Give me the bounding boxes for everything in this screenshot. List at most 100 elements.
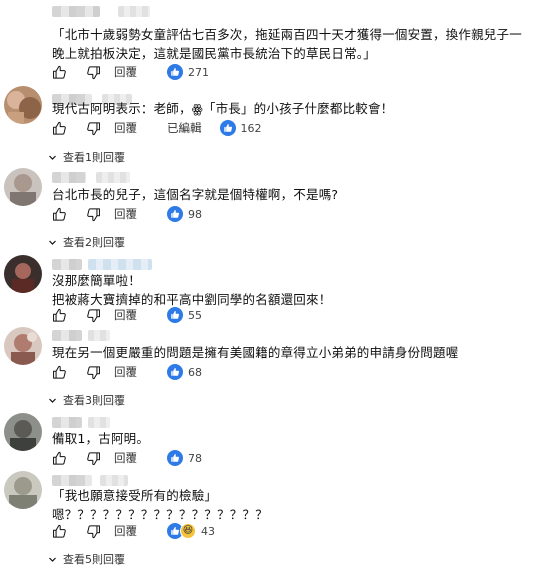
- view-replies-label: 查看2則回覆: [63, 236, 125, 249]
- like-reaction-icon: [167, 64, 183, 80]
- edited-label: 已編輯: [167, 121, 202, 135]
- thumb-up-icon: [52, 121, 67, 136]
- comment-actions: 回覆 68: [50, 361, 202, 383]
- view-replies-button[interactable]: 查看3則回覆: [48, 392, 125, 408]
- chevron-down-icon: [48, 238, 57, 247]
- thumb-up-icon: [52, 308, 67, 323]
- reaction-summary[interactable]: 😆 43: [167, 523, 215, 539]
- reply-button[interactable]: 回覆: [114, 523, 137, 539]
- comment-text: 備取1，古阿明。: [52, 431, 150, 446]
- view-replies-label: 查看5則回覆: [63, 553, 125, 566]
- thumb-up-icon: [52, 207, 67, 222]
- thumb-down-icon: [86, 121, 101, 136]
- reaction-summary[interactable]: 98: [167, 206, 202, 222]
- dislike-button[interactable]: [84, 306, 102, 324]
- like-count: 98: [188, 207, 202, 221]
- thumb-up-icon: [52, 365, 67, 380]
- thumb-down-icon: [86, 365, 101, 380]
- commenter-name-blurred: [52, 475, 92, 486]
- chevron-down-icon: [48, 396, 57, 405]
- dislike-button[interactable]: [84, 119, 102, 137]
- like-count: 43: [201, 524, 215, 538]
- view-replies-button[interactable]: 查看1則回覆: [48, 149, 125, 165]
- avatar[interactable]: [4, 86, 42, 124]
- like-button[interactable]: [50, 306, 68, 324]
- reply-button[interactable]: 回覆: [114, 120, 137, 136]
- commenter-name-blurred: [52, 417, 82, 428]
- dislike-button[interactable]: [84, 449, 102, 467]
- like-reaction-icon: [219, 120, 236, 136]
- thumb-down-icon: [86, 65, 101, 80]
- like-reaction-icon: [167, 206, 183, 222]
- like-count: 78: [188, 451, 202, 465]
- reply-button[interactable]: 回覆: [114, 64, 137, 80]
- like-count: 55: [188, 308, 202, 322]
- chevron-down-icon: [48, 555, 57, 564]
- thumb-up-icon: [52, 65, 67, 80]
- comment-text: 「我也願意接受所有的檢驗」 嗯？？？？？？？？？？？？？？？？: [52, 488, 268, 522]
- comment-time-blurred: [118, 6, 150, 17]
- haha-reaction-icon: 😆: [180, 523, 196, 539]
- reaction-summary[interactable]: 271: [167, 64, 209, 80]
- like-button[interactable]: [50, 205, 68, 223]
- comment-text: 「北市十歲弱勢女童評估七百多次，拖延兩百四十天才獲得一個安置，換作親兒子一晚上就…: [52, 27, 522, 61]
- like-count: 68: [188, 365, 202, 379]
- comment-text: 現在另一個更嚴重的問題是擁有美國籍的章得立小弟弟的申請身份問題喔: [52, 345, 459, 360]
- comment-text: 台北市長的兒子，這個名字就是個特權啊，不是嗎?: [52, 187, 339, 202]
- thumb-up-icon: [52, 451, 67, 466]
- avatar[interactable]: [4, 413, 42, 451]
- commenter-name-blurred: [52, 6, 100, 17]
- reaction-summary[interactable]: 162: [219, 120, 262, 136]
- like-reaction-icon: [167, 450, 183, 466]
- like-button[interactable]: [50, 449, 68, 467]
- reply-button[interactable]: 回覆: [114, 206, 137, 222]
- avatar[interactable]: [4, 255, 42, 293]
- thumb-up-icon: [52, 524, 67, 539]
- reaction-summary[interactable]: 78: [167, 450, 202, 466]
- dislike-button[interactable]: [84, 522, 102, 540]
- like-button[interactable]: [50, 63, 68, 81]
- like-count: 162: [240, 121, 262, 135]
- thumb-down-icon: [86, 207, 101, 222]
- comment-time-blurred: [88, 417, 110, 428]
- like-button[interactable]: [50, 363, 68, 381]
- comment-time-blurred: [96, 172, 130, 183]
- comment-text: 現代古阿明表示：老師，ꙮ「市長」的小孩子什麼都比較會！: [52, 101, 394, 116]
- reaction-summary[interactable]: 68: [167, 364, 202, 380]
- reply-button[interactable]: 回覆: [114, 307, 137, 323]
- avatar[interactable]: [4, 471, 42, 509]
- chevron-down-icon: [48, 153, 57, 162]
- dislike-button[interactable]: [84, 363, 102, 381]
- comment-actions: 回覆 😆 43: [50, 520, 215, 542]
- comment-actions: 回覆 271: [50, 61, 209, 83]
- view-replies-label: 查看3則回覆: [63, 394, 125, 407]
- comment-time-blurred: [100, 475, 128, 486]
- like-reaction-icon: [167, 307, 183, 323]
- commenter-name-blurred: [52, 330, 82, 341]
- like-count: 271: [188, 65, 209, 79]
- view-replies-label: 查看1則回覆: [63, 151, 125, 164]
- comment-actions: 回覆 55: [50, 304, 202, 326]
- commenter-name-blurred: [52, 172, 86, 183]
- comment-time-blurred: [88, 330, 110, 341]
- comment-actions: 回覆 78: [50, 447, 202, 469]
- view-replies-button[interactable]: 查看5則回覆: [48, 551, 125, 567]
- view-replies-button[interactable]: 查看2則回覆: [48, 234, 125, 250]
- avatar[interactable]: [4, 327, 42, 365]
- dislike-button[interactable]: [84, 63, 102, 81]
- like-button[interactable]: [50, 522, 68, 540]
- reply-button[interactable]: 回覆: [114, 364, 137, 380]
- commenter-name-blurred: [52, 259, 82, 270]
- comment-actions: 回覆 已編輯 162: [50, 117, 262, 139]
- like-reaction-icon: [167, 364, 183, 380]
- thumb-down-icon: [86, 524, 101, 539]
- dislike-button[interactable]: [84, 205, 102, 223]
- avatar[interactable]: [4, 168, 42, 206]
- thumb-down-icon: [86, 308, 101, 323]
- like-button[interactable]: [50, 119, 68, 137]
- reply-button[interactable]: 回覆: [114, 450, 137, 466]
- reaction-summary[interactable]: 55: [167, 307, 202, 323]
- comment-time-blurred: [88, 259, 152, 270]
- comment-actions: 回覆 98: [50, 203, 202, 225]
- thumb-down-icon: [86, 451, 101, 466]
